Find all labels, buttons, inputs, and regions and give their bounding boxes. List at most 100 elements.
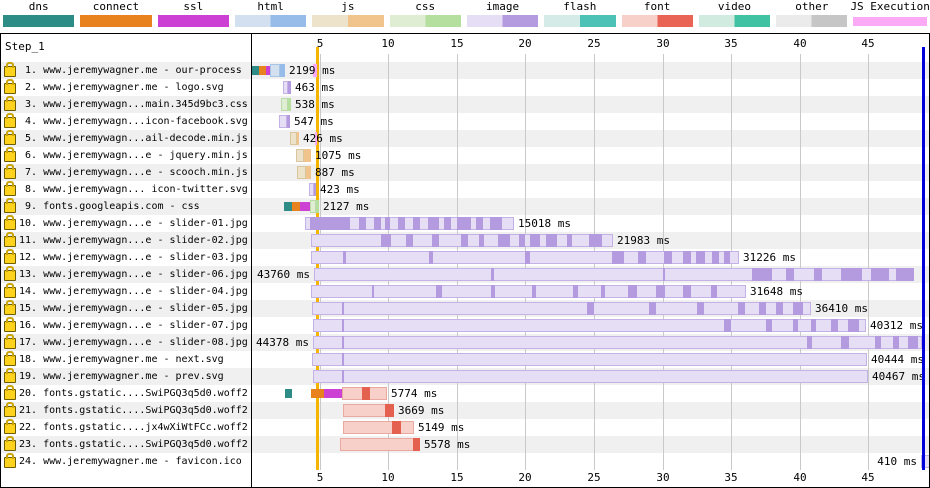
img-download-segment: [436, 285, 442, 298]
js-download-segment: [306, 166, 311, 179]
bottom-axis-tick-20: 20: [505, 471, 545, 484]
img-ttfb-segment[interactable]: [313, 370, 868, 383]
lock-icon: [4, 185, 16, 196]
request-time-label: 3669 ms: [398, 402, 444, 419]
img-ttfb-segment[interactable]: [279, 115, 287, 128]
img-download-segment: [893, 336, 899, 349]
request-url[interactable]: 14. www.jeremywagn...e - slider-04.jpg: [19, 283, 248, 300]
request-url[interactable]: 21. fonts.gstatic....SwiPGQ3q5d0.woff2: [19, 402, 248, 419]
lock-icon: [4, 134, 16, 145]
request-url[interactable]: 19. www.jeremywagner.me - prev.svg: [19, 368, 224, 385]
bottom-axis-tick-10: 10: [368, 471, 408, 484]
img-ttfb-segment[interactable]: [312, 353, 867, 366]
js-ttfb-segment[interactable]: [290, 132, 297, 145]
img-ttfb-segment[interactable]: [311, 285, 746, 298]
request-url[interactable]: 22. fonts.gstatic....jx4wXiWtFCc.woff2: [19, 419, 248, 436]
legend-label: font: [619, 0, 696, 14]
request-time-label: 40312 ms: [870, 317, 923, 334]
legend-label: ssl: [155, 0, 232, 14]
request-url[interactable]: 13. www.jeremywagn...e - slider-06.jpg: [19, 266, 248, 283]
lock-icon: [4, 168, 16, 179]
bottom-axis-tick-35: 35: [711, 471, 751, 484]
request-url[interactable]: 1. www.jeremywagner.me - our-process: [19, 62, 242, 79]
html-ttfb-segment[interactable]: [270, 64, 280, 77]
legend-label: JS Execution: [850, 0, 929, 14]
dns-segment: [284, 202, 292, 211]
request-url[interactable]: 7. www.jeremywagn...e - scooch.min.js: [19, 164, 248, 181]
lock-icon: [4, 423, 16, 434]
img-download-segment: [343, 251, 346, 264]
img-download-segment: [546, 234, 557, 247]
font-ttfb-segment[interactable]: [343, 421, 414, 434]
request-time-label: 5774 ms: [391, 385, 437, 402]
img-download-segment: [683, 251, 691, 264]
request-url[interactable]: 6. www.jeremywagn...e - jquery.min.js: [19, 147, 248, 164]
request-url[interactable]: 16. www.jeremywagn...e - slider-07.jpg: [19, 317, 248, 334]
lock-icon: [4, 151, 16, 162]
img-download-segment: [663, 268, 665, 281]
img-download-segment: [831, 319, 838, 332]
request-url[interactable]: 3. www.jeremywagn...main.345d9bc3.css: [19, 96, 248, 113]
css-download-segment: [288, 98, 291, 111]
request-url[interactable]: 11. www.jeremywagn...e - slider-02.jpg: [19, 232, 248, 249]
img-download-segment: [406, 234, 413, 247]
img-download-segment: [766, 319, 772, 332]
request-url[interactable]: 12. www.jeremywagn...e - slider-03.jpg: [19, 249, 248, 266]
img-download-segment: [372, 285, 374, 298]
js-ttfb-segment[interactable]: [296, 149, 304, 162]
top-axis-tick-35: 35: [711, 37, 751, 50]
img-download-segment: [461, 234, 468, 247]
font-ttfb-segment[interactable]: [340, 438, 420, 451]
request-url[interactable]: 15. www.jeremywagn...e - slider-05.jpg: [19, 300, 248, 317]
image-color-swatch: [467, 15, 538, 27]
img-download-segment: [664, 251, 672, 264]
js-ttfb-segment[interactable]: [297, 166, 306, 179]
request-time-label: 1075 ms: [315, 147, 361, 164]
request-url[interactable]: 4. www.jeremywagn...icon-facebook.svg: [19, 113, 248, 130]
img-ttfb-segment[interactable]: [313, 319, 866, 332]
legend-item-image: image: [464, 0, 541, 33]
img-ttfb-segment[interactable]: [313, 336, 922, 349]
request-url[interactable]: 8. www.jeremywagn... icon-twitter.svg: [19, 181, 248, 198]
img-download-segment: [525, 251, 530, 264]
gridline-45s: [868, 54, 869, 470]
request-time-label: 21983 ms: [617, 232, 670, 249]
request-url[interactable]: 2. www.jeremywagner.me - logo.svg: [19, 79, 224, 96]
request-time-label: 410 ms: [877, 453, 917, 470]
lock-icon: [4, 66, 16, 77]
img-download-segment: [683, 285, 691, 298]
img-ttfb-segment[interactable]: [312, 302, 811, 315]
request-url[interactable]: 9. fonts.googleapis.com - css: [19, 198, 200, 215]
bottom-axis-tick-40: 40: [780, 471, 820, 484]
request-time-label: 31648 ms: [750, 283, 803, 300]
request-url[interactable]: 17. www.jeremywagn...e - slider-08.jpg: [19, 334, 248, 351]
legend-label: flash: [541, 0, 618, 14]
top-axis-tick-5: 5: [300, 37, 340, 50]
img-download-segment: [711, 285, 717, 298]
lock-icon: [4, 372, 16, 383]
top-axis-tick-15: 15: [437, 37, 477, 50]
css-download-segment: [316, 200, 319, 213]
request-url[interactable]: 10. www.jeremywagn...e - slider-01.jpg: [19, 215, 248, 232]
img-download-segment: [287, 115, 290, 128]
request-url[interactable]: 23. fonts.gstatic....SwiPGQ3q5d0.woff2: [19, 436, 248, 453]
request-url[interactable]: 18. www.jeremywagner.me - next.svg: [19, 351, 224, 368]
img-download-segment: [498, 234, 510, 247]
lock-icon: [4, 338, 16, 349]
connect-segment: [292, 202, 300, 211]
request-url[interactable]: 24. www.jeremywagner.me - favicon.ico: [19, 453, 242, 470]
img-ttfb-segment[interactable]: [314, 268, 914, 281]
request-url[interactable]: 20. fonts.gstatic....SwiPGQ3q5d0.woff2: [19, 385, 248, 402]
img-download-segment: [696, 251, 705, 264]
legend-label: other: [773, 0, 850, 14]
img-download-segment: [519, 234, 525, 247]
webpagetest-waterfall-page: { "legend": { "items": [ {"label":"dns",…: [0, 0, 930, 488]
waterfall-chart: 1. www.jeremywagner.me - our-process 2. …: [0, 33, 930, 488]
img-download-segment: [288, 81, 291, 94]
css-ttfb-segment[interactable]: [281, 98, 288, 111]
request-time-label: 31226 ms: [743, 249, 796, 266]
img-download-segment: [776, 302, 783, 315]
flash-color-swatch: [544, 15, 615, 27]
request-url[interactable]: 5. www.jeremywagn...ail-decode.min.js: [19, 130, 248, 147]
legend-label: image: [464, 0, 541, 14]
